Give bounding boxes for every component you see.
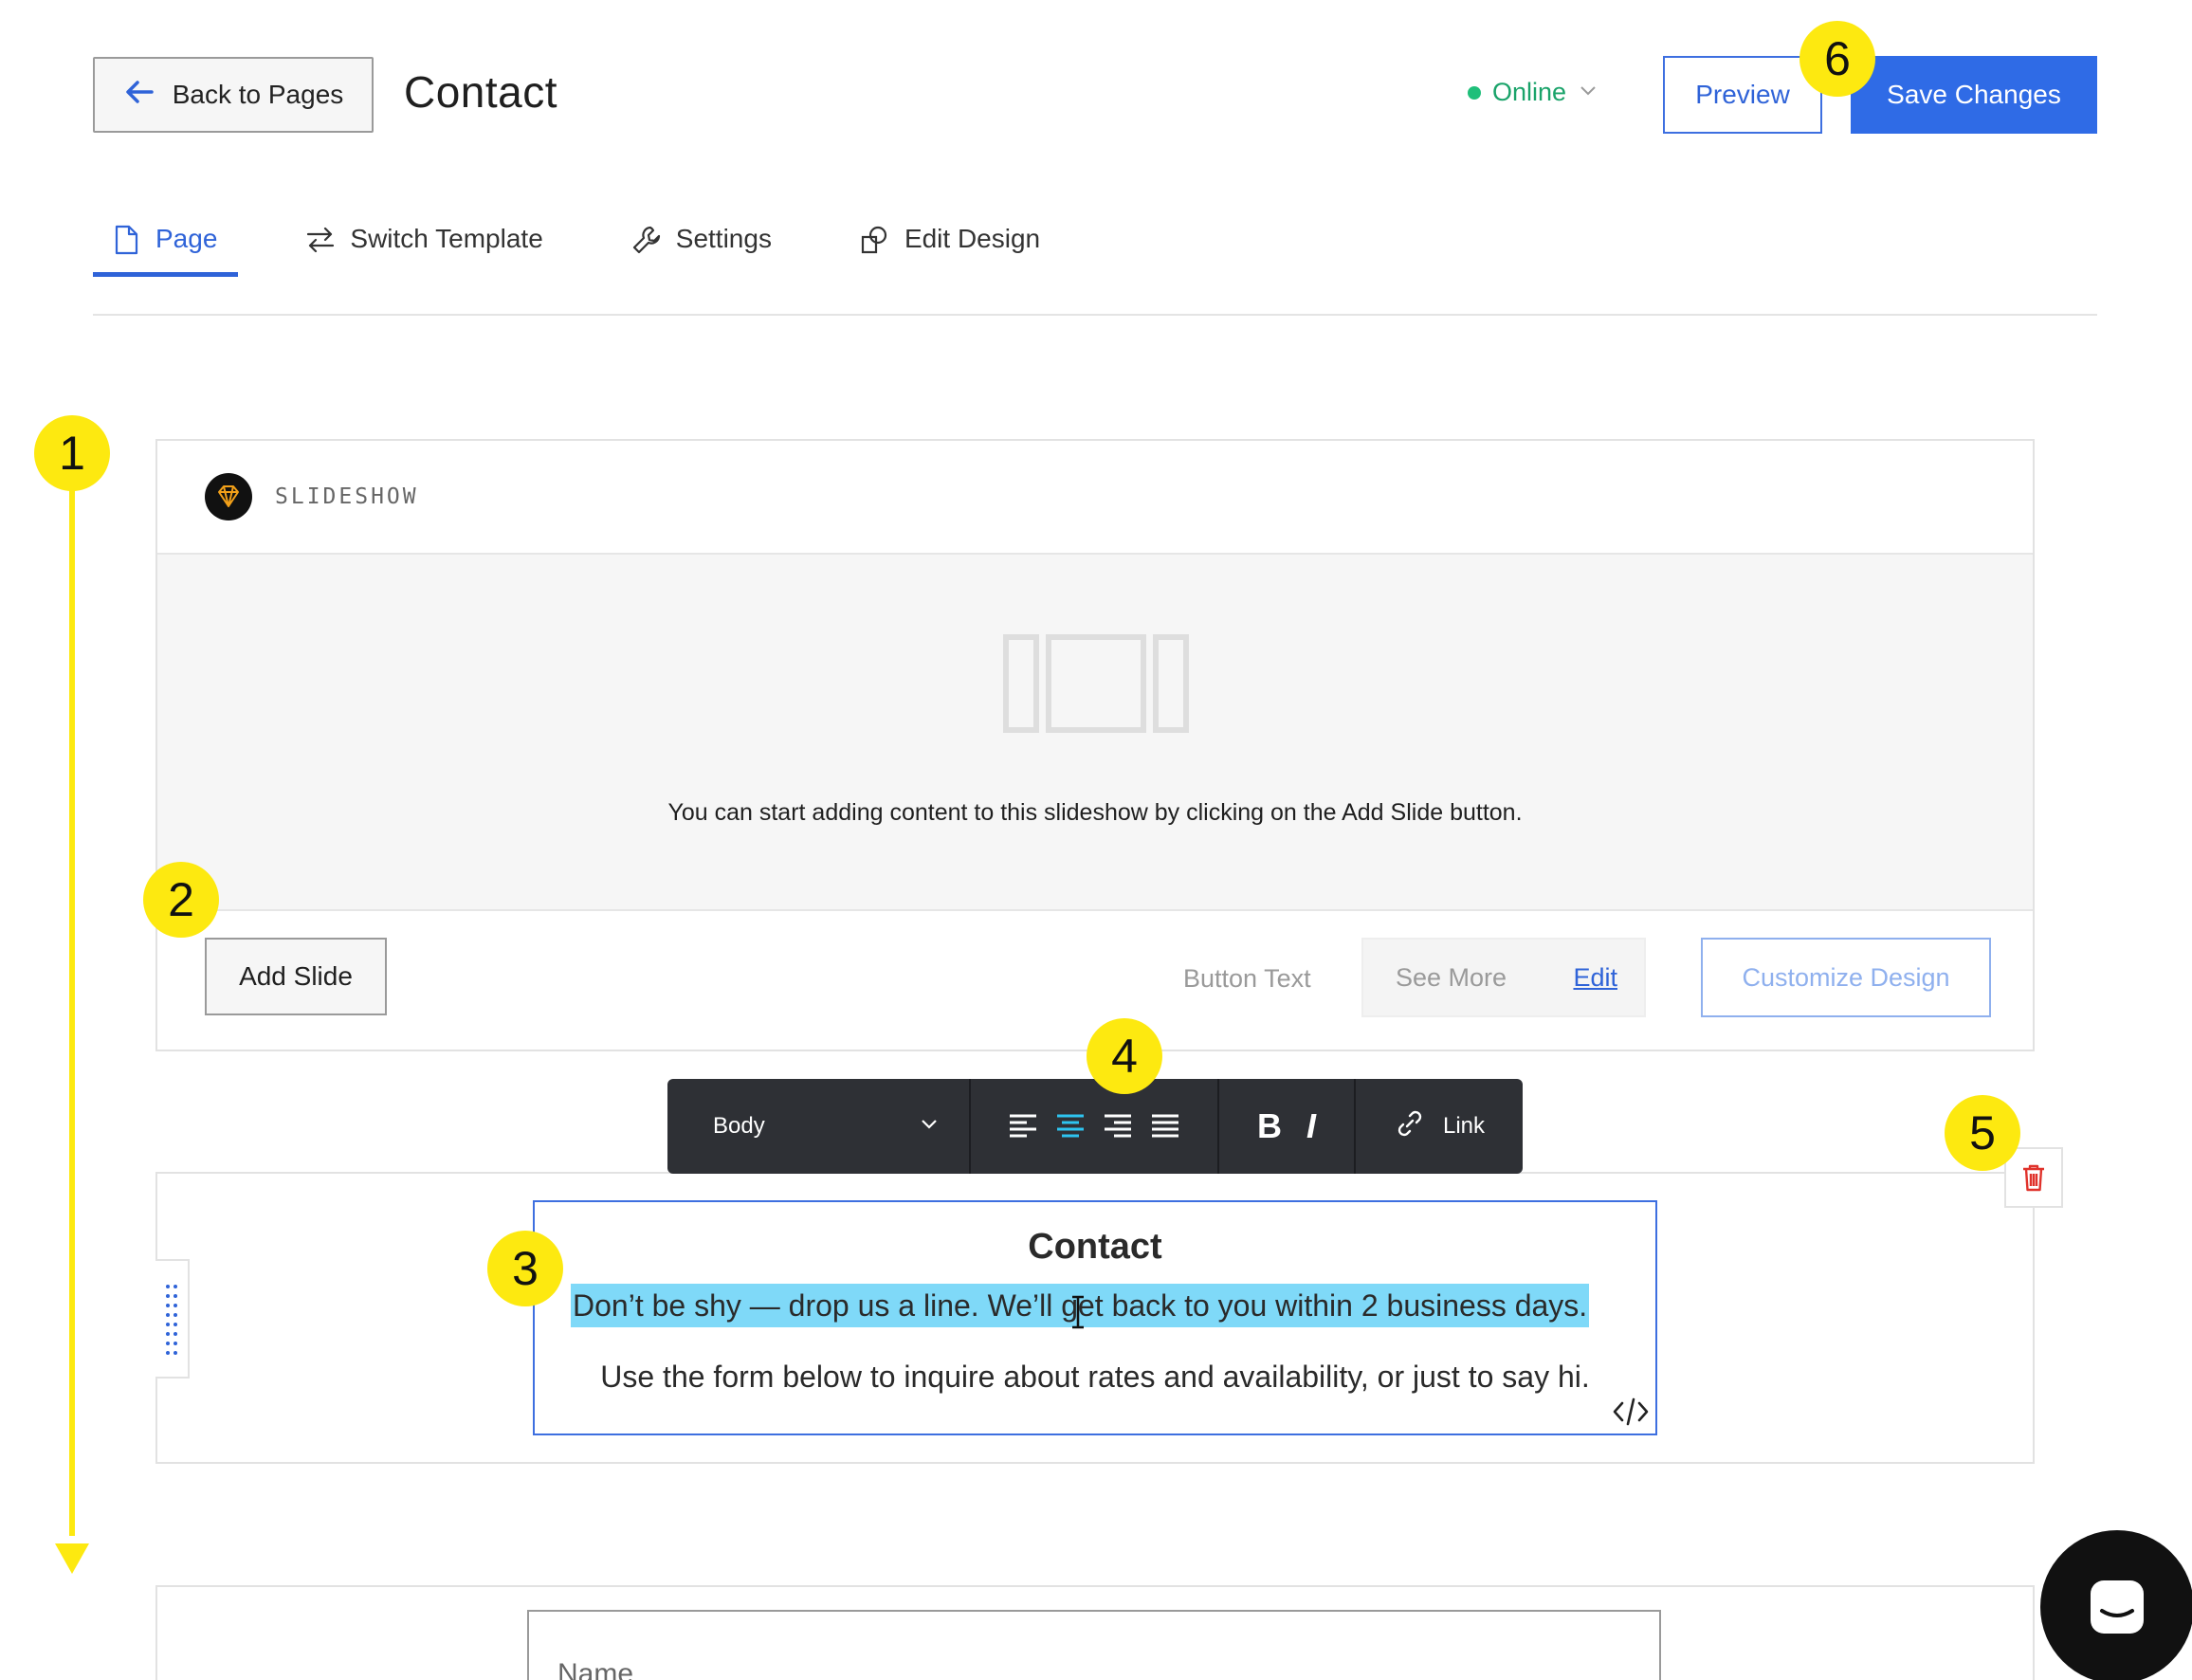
page-icon [110, 224, 142, 263]
slideshow-placeholder-icon [1003, 634, 1189, 733]
back-to-pages-button[interactable]: Back to Pages [93, 57, 374, 133]
name-field[interactable] [527, 1610, 1661, 1680]
arrow-left-icon [123, 76, 155, 115]
format-group: B I [1219, 1079, 1356, 1174]
chat-icon [2091, 1580, 2144, 1634]
annotation-badge-2: 2 [143, 862, 219, 938]
code-view-icon[interactable] [1612, 1396, 1650, 1428]
chat-widget-button[interactable] [2040, 1530, 2192, 1680]
bold-button[interactable]: B [1257, 1106, 1282, 1146]
tab-page[interactable]: Page [93, 218, 239, 277]
annotation-badge-3: 3 [487, 1231, 563, 1306]
drag-handle[interactable] [155, 1259, 190, 1379]
tabs-divider [93, 314, 2097, 316]
tab-page-label: Page [155, 224, 218, 253]
slideshow-preview: You can start adding content to this sli… [157, 555, 2033, 911]
save-changes-button[interactable]: Save Changes [1851, 56, 2097, 134]
slideshow-header: SLIDESHOW [157, 441, 2033, 555]
button-text-value: See More [1396, 962, 1507, 992]
italic-button[interactable]: I [1306, 1106, 1316, 1146]
name-input[interactable] [529, 1646, 1659, 1680]
trash-icon [2023, 1164, 2044, 1192]
align-right-icon[interactable] [1102, 1110, 1134, 1142]
drag-dots-icon [166, 1285, 177, 1355]
edit-button-text-link[interactable]: Edit [1573, 963, 1617, 993]
slideshow-label: SLIDESHOW [275, 484, 419, 509]
tab-settings-label: Settings [675, 224, 772, 253]
annotation-badge-1: 1 [34, 415, 110, 491]
chevron-down-icon [1578, 78, 1598, 107]
tab-settings[interactable]: Settings [610, 218, 793, 277]
chevron-down-icon [918, 1112, 941, 1141]
delete-block-button[interactable] [2004, 1147, 2063, 1208]
text-cursor-icon [1072, 1295, 1084, 1329]
diamond-icon [205, 473, 252, 520]
text-editor[interactable]: Contact Don’t be shy — drop us a line. W… [533, 1200, 1657, 1435]
link-button[interactable]: Link [1356, 1079, 1523, 1174]
button-text-label: Button Text [1183, 964, 1311, 993]
button-text-field: See More Edit [1361, 938, 1646, 1017]
align-left-icon[interactable] [1007, 1110, 1039, 1142]
add-slide-button[interactable]: Add Slide [205, 938, 387, 1015]
page-title: Contact [404, 67, 558, 117]
wrench-icon [630, 224, 663, 263]
status-dot [1468, 85, 1481, 100]
back-to-pages-label: Back to Pages [172, 80, 344, 109]
tab-switch-template-label: Switch Template [350, 224, 543, 253]
alignment-group [971, 1079, 1219, 1174]
status-dropdown[interactable]: Online [1468, 78, 1598, 107]
slideshow-footer: Add Slide Button Text See More Edit Cust… [157, 911, 2033, 1050]
tab-edit-design-label: Edit Design [904, 224, 1041, 253]
slideshow-section: SLIDESHOW You can start adding content t… [155, 439, 2035, 1051]
annotation-badge-5: 5 [1945, 1095, 2020, 1171]
design-icon [859, 224, 891, 263]
formatting-toolbar: Body B I Link [667, 1079, 1523, 1174]
text-heading: Contact [1028, 1227, 1162, 1267]
tab-edit-design[interactable]: Edit Design [838, 218, 1061, 277]
annotation-arrow-line [69, 474, 75, 1536]
status-label: Online [1492, 78, 1567, 106]
link-label: Link [1442, 1113, 1486, 1139]
align-center-icon[interactable] [1054, 1110, 1087, 1142]
preview-button[interactable]: Preview [1663, 56, 1822, 134]
annotation-arrow-head [55, 1543, 89, 1574]
tab-switch-template[interactable]: Switch Template [283, 218, 563, 277]
text-line[interactable]: Use the form below to inquire about rate… [535, 1360, 1655, 1395]
annotation-badge-6: 6 [1799, 21, 1875, 97]
tab-bar: Page Switch Template Settings Edit Desig… [93, 218, 1106, 277]
customize-design-button[interactable]: Customize Design [1701, 938, 1991, 1017]
switch-icon [304, 224, 337, 263]
annotation-badge-4: 4 [1087, 1018, 1162, 1094]
text-style-value: Body [713, 1113, 765, 1139]
slideshow-empty-message: You can start adding content to this sli… [667, 799, 1523, 826]
align-justify-icon[interactable] [1149, 1110, 1181, 1142]
link-icon [1394, 1107, 1426, 1146]
text-style-dropdown[interactable]: Body [667, 1079, 971, 1174]
